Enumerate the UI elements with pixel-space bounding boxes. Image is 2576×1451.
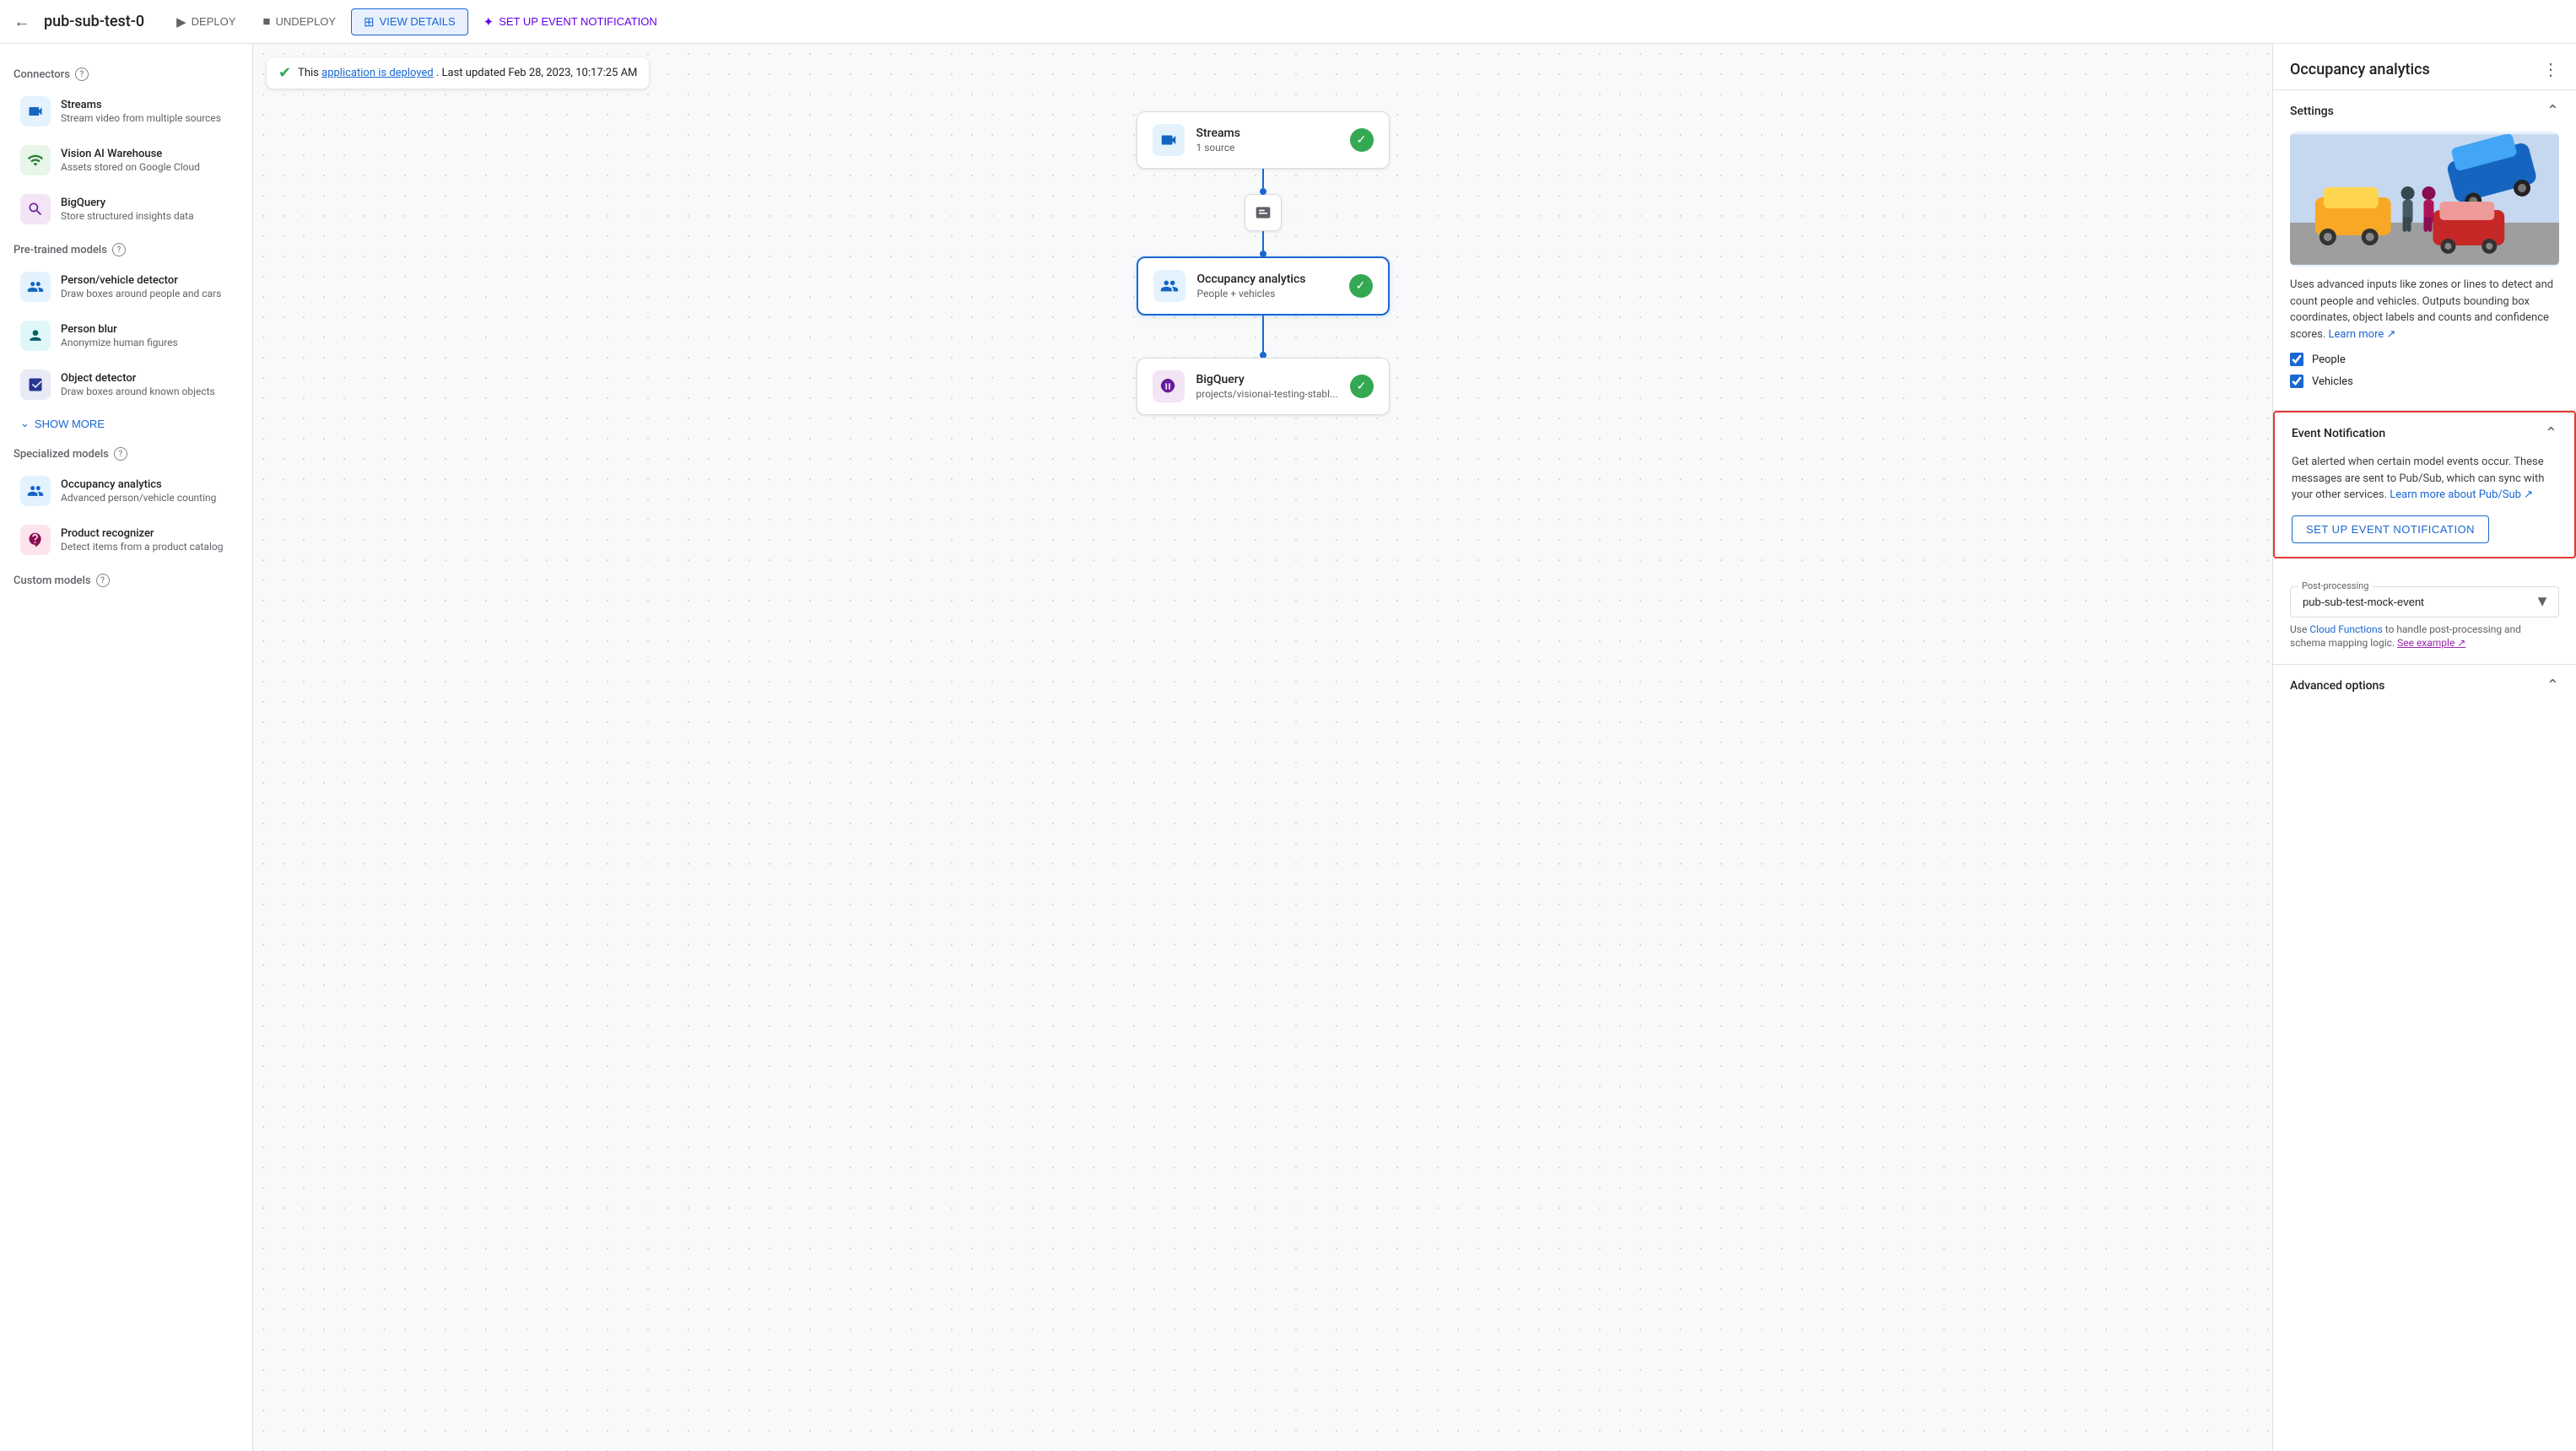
deploy-icon: ▶ [176, 14, 186, 30]
event-notification-body: Get alerted when certain model events oc… [2275, 454, 2574, 557]
pubsub-learn-more-link[interactable]: Learn more about Pub/Sub ↗ [2390, 488, 2533, 501]
topbar-actions: ▶ DEPLOY ■ UNDEPLOY ⊞ VIEW DETAILS ✦ SET… [165, 8, 669, 35]
connectors-help-icon[interactable]: ? [75, 67, 89, 81]
learn-more-link[interactable]: Learn more ↗ [2328, 328, 2395, 341]
topbar: ← pub-sub-test-0 ▶ DEPLOY ■ UNDEPLOY ⊞ V… [0, 0, 2576, 44]
main-layout: Connectors ? Streams Stream video from m… [0, 44, 2576, 1451]
status-text: This application is deployed . Last upda… [298, 67, 637, 79]
event-notification-header[interactable]: Event Notification ⌃ [2275, 413, 2574, 454]
sidebar-item-product[interactable]: Product recognizer Detect items from a p… [7, 516, 246, 564]
undeploy-button[interactable]: ■ UNDEPLOY [251, 9, 348, 34]
custom-help-icon[interactable]: ? [96, 574, 110, 587]
event-notification-collapse-icon: ⌃ [2545, 424, 2557, 442]
advanced-options-section: Advanced options ⌃ [2273, 665, 2576, 706]
sidebar-item-streams[interactable]: Streams Stream video from multiple sourc… [7, 88, 246, 135]
back-button[interactable]: ← [14, 11, 30, 32]
custom-section-title: Custom models ? [0, 567, 252, 592]
connector-2 [1262, 316, 1264, 358]
view-details-button[interactable]: ⊞ VIEW DETAILS [351, 8, 468, 35]
specialized-section-title: Specialized models ? [0, 440, 252, 466]
streams-node-icon [1153, 124, 1185, 156]
settings-collapse-icon: ⌃ [2546, 102, 2559, 120]
post-processing-section: Post-processing pub-sub-test-mock-event … [2273, 558, 2576, 666]
settings-section-header[interactable]: Settings ⌃ [2273, 90, 2576, 132]
streams-icon [20, 96, 51, 127]
occupancy-icon [20, 476, 51, 506]
object-detector-icon [20, 369, 51, 400]
post-processing-description: Use Cloud Functions to handle post-proce… [2290, 623, 2559, 651]
connector-1 [1245, 169, 1282, 256]
advanced-options-header[interactable]: Advanced options ⌃ [2273, 665, 2576, 706]
view-details-icon: ⊞ [364, 14, 375, 30]
pipeline-container: Streams 1 source ✓ Occupancy analy [253, 44, 2272, 550]
sidebar-item-occupancy[interactable]: Occupancy analytics Advanced person/vehi… [7, 467, 246, 515]
analytics-illustration [2290, 132, 2559, 267]
vehicles-checkbox[interactable] [2290, 375, 2303, 388]
bigquery-icon [20, 194, 51, 224]
streams-check-icon: ✓ [1350, 128, 1374, 152]
deploy-button[interactable]: ▶ DEPLOY [165, 9, 247, 35]
chevron-down-icon: ⌄ [20, 417, 30, 430]
right-panel: Occupancy analytics ⋮ Settings ⌃ [2272, 44, 2576, 1451]
specialized-help-icon[interactable]: ? [114, 447, 127, 461]
see-example-link[interactable]: See example ↗ [2397, 637, 2465, 649]
connector-line-3 [1262, 316, 1264, 358]
sidebar-item-vision-ai[interactable]: Vision AI Warehouse Assets stored on Goo… [7, 137, 246, 184]
more-options-icon[interactable]: ⋮ [2542, 59, 2559, 79]
sidebar-item-person-blur[interactable]: Person blur Anonymize human figures [7, 312, 246, 359]
person-blur-icon [20, 321, 51, 351]
setup-event-notification-panel-button[interactable]: SET UP EVENT NOTIFICATION [2292, 515, 2489, 543]
status-bar: ✔ This application is deployed . Last up… [267, 57, 649, 89]
right-panel-title: Occupancy analytics [2290, 61, 2430, 78]
event-notification-description: Get alerted when certain model events oc… [2292, 454, 2557, 504]
occupancy-check-icon: ✓ [1349, 274, 1373, 298]
sidebar-item-bigquery[interactable]: BigQuery Store structured insights data [7, 186, 246, 233]
occupancy-node-icon [1153, 270, 1185, 302]
bigquery-pipeline-node[interactable]: BigQuery projects/visionai-testing-stabl… [1137, 358, 1390, 415]
bigquery-node-icon [1153, 370, 1185, 402]
person-vehicle-icon [20, 272, 51, 302]
connectors-section-title: Connectors ? [0, 61, 252, 86]
page-title: pub-sub-test-0 [44, 13, 144, 30]
vision-ai-icon [20, 145, 51, 175]
right-panel-header: Occupancy analytics ⋮ [2273, 44, 2576, 90]
undeploy-icon: ■ [262, 14, 270, 29]
connector-line-1 [1262, 169, 1264, 194]
occupancy-pipeline-node[interactable]: Occupancy analytics People + vehicles ✓ [1137, 256, 1390, 316]
advanced-collapse-icon: ⌃ [2546, 677, 2559, 694]
product-icon [20, 525, 51, 555]
streams-pipeline-node[interactable]: Streams 1 source ✓ [1137, 111, 1390, 169]
people-label: People [2312, 353, 2346, 366]
canvas-area: ✔ This application is deployed . Last up… [253, 44, 2272, 1451]
settings-section: Settings ⌃ [2273, 90, 2576, 411]
connector-line-2 [1262, 231, 1264, 256]
application-deployed-link[interactable]: application is deployed [321, 67, 434, 79]
status-check-icon: ✔ [278, 64, 291, 82]
sparkle-icon: ✦ [483, 14, 494, 30]
cloud-functions-link[interactable]: Cloud Functions [2309, 623, 2382, 635]
settings-section-content: Uses advanced inputs like zones or lines… [2273, 132, 2576, 410]
setup-event-notification-button[interactable]: ✦ SET UP EVENT NOTIFICATION [472, 9, 669, 35]
show-more-button[interactable]: ⌄ SHOW MORE [7, 410, 118, 437]
sidebar: Connectors ? Streams Stream video from m… [0, 44, 253, 1451]
bigquery-check-icon: ✓ [1350, 375, 1374, 398]
pretrained-help-icon[interactable]: ? [112, 243, 126, 256]
vehicles-checkbox-row: Vehicles [2290, 375, 2559, 388]
sidebar-item-person-vehicle[interactable]: Person/vehicle detector Draw boxes aroun… [7, 263, 246, 310]
sidebar-item-object-detector[interactable]: Object detector Draw boxes around known … [7, 361, 246, 408]
pretrained-section-title: Pre-trained models ? [0, 236, 252, 262]
vehicles-label: Vehicles [2312, 375, 2353, 388]
post-processing-label: Post-processing [2298, 580, 2372, 591]
post-processing-select[interactable]: pub-sub-test-mock-event [2291, 587, 2558, 617]
people-checkbox[interactable] [2290, 353, 2303, 366]
event-notification-section: Event Notification ⌃ Get alerted when ce… [2273, 411, 2576, 558]
transform-node [1245, 194, 1282, 231]
people-checkbox-row: People [2290, 353, 2559, 366]
settings-description: Uses advanced inputs like zones or lines… [2290, 277, 2559, 343]
